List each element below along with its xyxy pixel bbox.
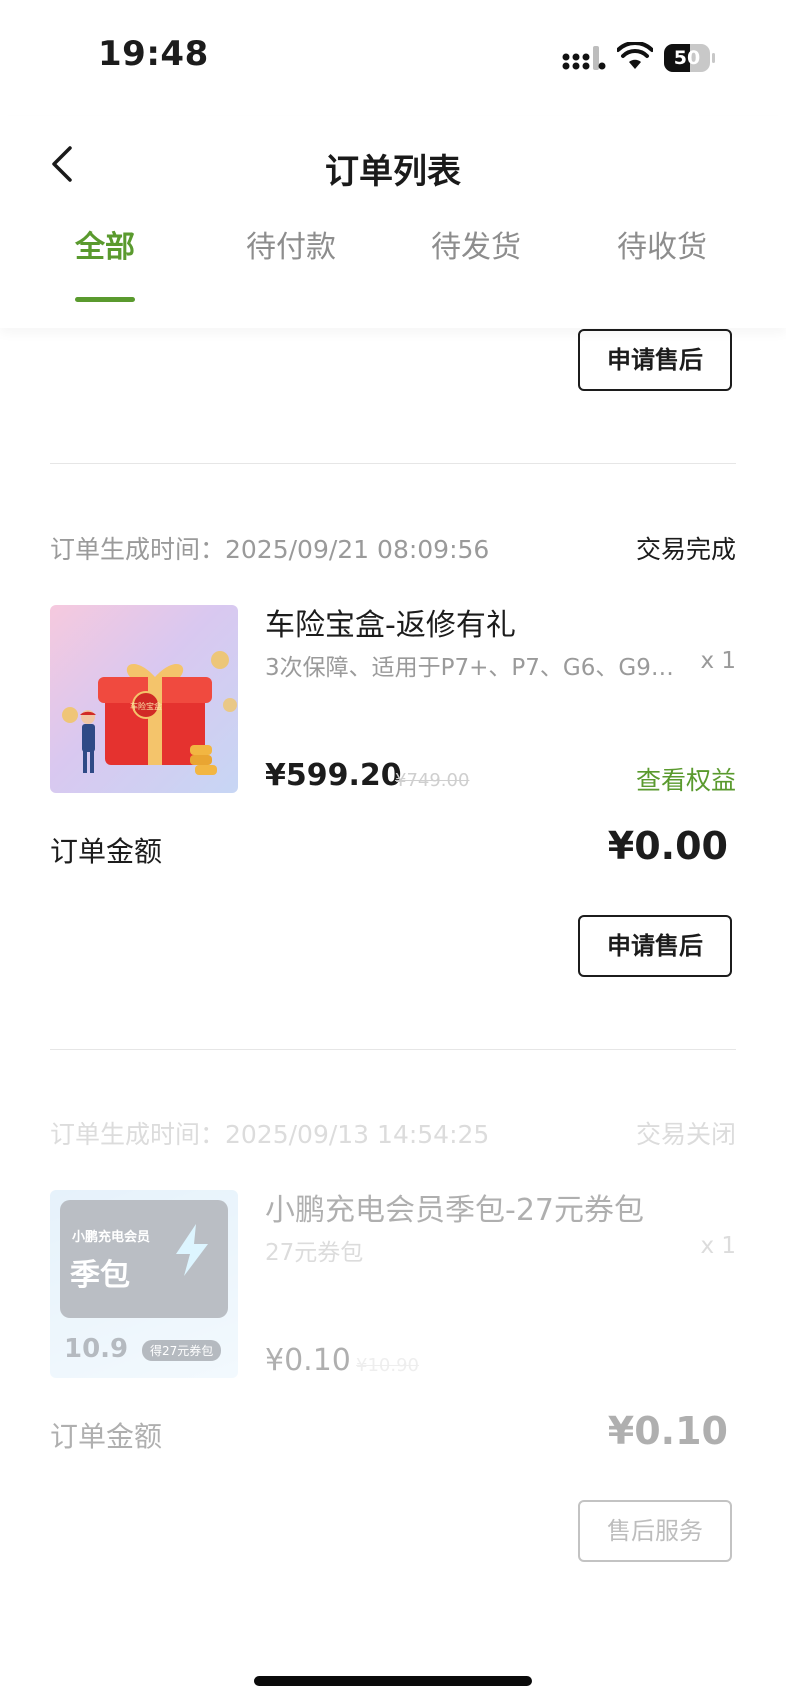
wifi-icon — [617, 42, 653, 69]
product-spec: 27元券包 — [265, 1240, 364, 1266]
product-quantity: x 1 — [700, 648, 736, 674]
tab-pending-payment[interactable]: 待付款 — [211, 222, 371, 302]
image-card-title: 小鹏充电会员 — [72, 1230, 151, 1245]
tab-bar: 全部 待付款 待发货 待收货 — [0, 222, 786, 302]
product-price: ¥0.10 — [265, 1343, 351, 1378]
tab-label: 全部 — [75, 230, 135, 265]
order-created-time: 订单生成时间：2025/09/13 14:54:25 — [50, 1120, 490, 1149]
tab-pending-receipt[interactable]: 待收货 — [582, 222, 742, 302]
product-original-price: ¥749.00 — [395, 770, 470, 791]
gift-box-illustration — [62, 651, 237, 775]
order-amount-label: 订单金额 — [50, 835, 163, 868]
tab-label: 待发货 — [431, 230, 521, 265]
order-amount-value: ¥0.10 — [607, 1409, 728, 1453]
product-original-price: ¥10.90 — [356, 1355, 419, 1376]
order-amount-value: ¥0.00 — [607, 824, 728, 868]
product-image[interactable]: 车险宝盒 — [50, 605, 238, 793]
image-card-big: 季包 — [70, 1258, 130, 1293]
status-bar: 19:48 50 — [0, 0, 786, 116]
product-image[interactable]: 小鹏充电会员 季包 10.9 得27元券包 — [50, 1190, 238, 1378]
order-divider — [50, 463, 736, 464]
tab-label: 待收货 — [617, 230, 707, 265]
active-tab-indicator — [75, 297, 135, 302]
product-quantity: x 1 — [700, 1233, 736, 1259]
order-amount-label: 订单金额 — [50, 1420, 163, 1453]
tab-pending-shipment[interactable]: 待发货 — [396, 222, 556, 302]
image-price: 10.9 — [64, 1334, 129, 1364]
after-sales-service-button[interactable]: 售后服务 — [578, 1500, 732, 1562]
product-image-badge: 车险宝盒 — [130, 702, 162, 711]
after-sales-button[interactable]: 申请售后 — [578, 329, 732, 391]
battery-level: 50 — [673, 47, 701, 69]
home-indicator — [254, 1676, 532, 1686]
tab-label: 待付款 — [246, 230, 336, 265]
page-title: 订单列表 — [325, 152, 461, 192]
order-status: 交易关闭 — [635, 1120, 736, 1149]
view-benefits-link[interactable]: 查看权益 — [636, 761, 736, 797]
cellular-signal-icon — [562, 46, 606, 70]
image-coupon-chip: 得27元券包 — [142, 1340, 222, 1361]
product-name[interactable]: 车险宝盒-返修有礼 — [265, 600, 516, 644]
tab-all[interactable]: 全部 — [25, 222, 185, 302]
after-sales-button[interactable]: 申请售后 — [578, 915, 732, 977]
order-created-time: 订单生成时间：2025/09/21 08:09:56 — [50, 535, 490, 564]
product-spec: 3次保障、适用于P7+、P7、G6、G9、X9、MONA M03 — [265, 655, 675, 681]
lightning-icon — [176, 1224, 208, 1276]
battery-icon: 50 — [664, 44, 716, 72]
product-price: ¥599.20 — [265, 758, 402, 793]
product-name[interactable]: 小鹏充电会员季包-27元券包 — [265, 1185, 644, 1229]
clock: 19:48 — [98, 34, 209, 74]
order-status: 交易完成 — [635, 535, 736, 564]
nav-header: 订单列表 全部 待付款 待发货 待收货 — [0, 116, 786, 328]
order-divider — [50, 1049, 736, 1050]
